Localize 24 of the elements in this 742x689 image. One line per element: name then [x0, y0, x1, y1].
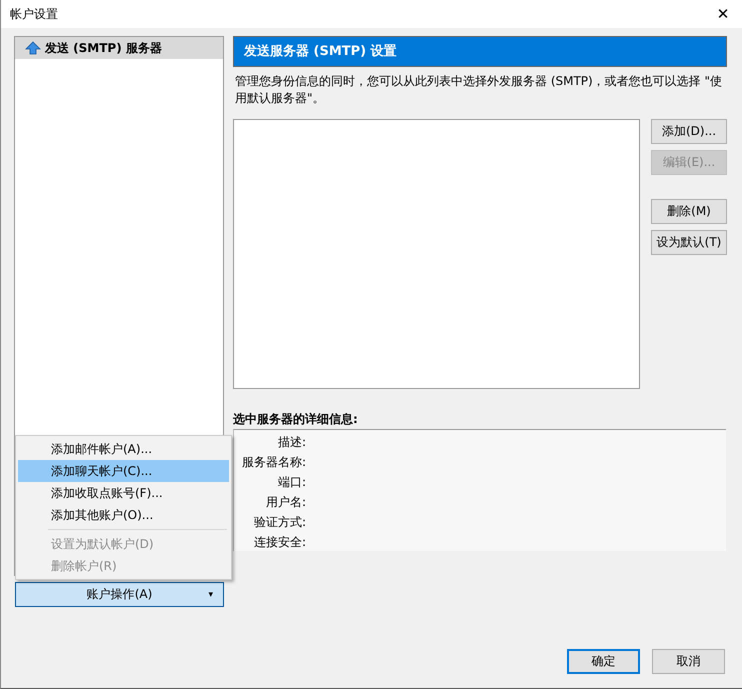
- dialog-button[interactable]: 取消: [652, 649, 725, 674]
- menu-item[interactable]: 添加邮件帐户(A)...: [18, 438, 229, 460]
- description-text: 管理您身份信息的同时，您可以从此列表中选择外发服务器 (SMTP)，或者您也可以选择 "使用默认服务器"。: [235, 73, 724, 107]
- dialog-button[interactable]: 确定: [567, 649, 640, 674]
- details-heading: 选中服务器的详细信息:: [233, 411, 359, 428]
- menu-item[interactable]: 添加聊天帐户(C)...: [18, 460, 229, 482]
- detail-label: 用户名:: [266, 495, 306, 509]
- detail-label: 连接安全:: [254, 535, 306, 549]
- side-button[interactable]: 删除(M): [651, 199, 727, 224]
- close-button[interactable]: ✕: [708, 0, 738, 28]
- upload-arrow-icon: [25, 41, 41, 55]
- panel-header: 发送服务器 (SMTP) 设置: [233, 36, 727, 67]
- side-button[interactable]: 设为默认(T): [651, 230, 727, 255]
- detail-label: 验证方式:: [254, 515, 306, 529]
- menu-item[interactable]: 添加其他账户(O)...: [18, 504, 229, 526]
- detail-label: 服务器名称:: [242, 455, 306, 469]
- window-title: 帐户设置: [10, 6, 58, 22]
- menu-item[interactable]: 添加收取点账号(F)...: [18, 482, 229, 504]
- account-actions-button[interactable]: 账户操作(A) ▾: [15, 582, 224, 607]
- tree-item[interactable]: 发送 (SMTP) 服务器: [15, 37, 223, 59]
- server-list[interactable]: [233, 119, 640, 389]
- side-button[interactable]: 添加(D)...: [651, 119, 727, 144]
- detail-label: 端口:: [278, 475, 306, 489]
- detail-label: 描述:: [278, 435, 306, 449]
